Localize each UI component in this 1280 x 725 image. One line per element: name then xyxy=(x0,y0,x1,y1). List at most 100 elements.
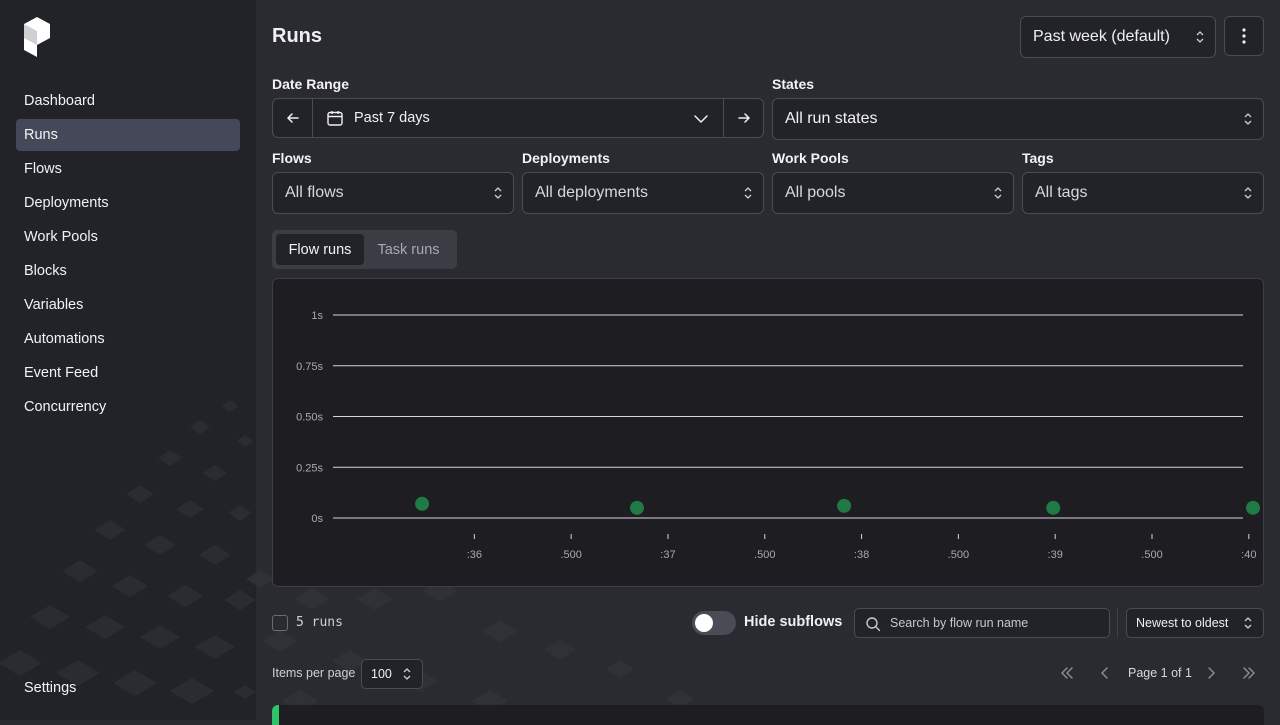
flows-value: All flows xyxy=(285,184,344,201)
deployments-value: All deployments xyxy=(535,184,648,201)
runs-table xyxy=(272,705,1264,725)
sidebar-item-label: Dashboard xyxy=(24,93,95,109)
sidebar-item-label: Automations xyxy=(24,331,105,347)
search-input[interactable] xyxy=(888,609,1103,637)
chevron-left-icon xyxy=(1101,667,1108,679)
sidebar-item-flows[interactable]: Flows xyxy=(16,153,240,185)
updown-chevron-icon xyxy=(1244,617,1252,629)
y-tick-label: 0.50s xyxy=(296,412,323,424)
y-tick-label: 0.25s xyxy=(296,462,323,474)
x-tick-label: .500 xyxy=(1141,549,1162,561)
time-range-value: Past week (default) xyxy=(1033,28,1170,45)
arrow-right-icon xyxy=(737,113,750,123)
updown-chevron-icon xyxy=(1196,31,1204,43)
tags-select[interactable]: All tags xyxy=(1022,172,1264,214)
y-tick-label: 0.75s xyxy=(296,361,323,373)
sidebar-item-settings[interactable]: Settings xyxy=(16,672,240,704)
time-range-select[interactable]: Past week (default) xyxy=(1020,16,1216,58)
items-per-page-value: 100 xyxy=(371,667,392,681)
data-point xyxy=(837,498,852,513)
date-range-label: Date Range xyxy=(272,76,350,92)
updown-chevron-icon xyxy=(1244,113,1252,125)
sort-select[interactable]: Newest to oldest xyxy=(1126,608,1264,638)
flow-run-search xyxy=(854,608,1110,638)
run-type-tabs: Flow runs Task runs xyxy=(272,230,457,269)
sidebar-item-variables[interactable]: Variables xyxy=(16,289,240,321)
sidebar-item-label: Flows xyxy=(24,161,62,177)
x-tick-label: :40 xyxy=(1241,549,1256,561)
x-tick-label: :37 xyxy=(660,549,675,561)
work-pools-select[interactable]: All pools xyxy=(772,172,1014,214)
run-state-bar xyxy=(272,705,279,725)
last-page-button[interactable] xyxy=(1241,664,1257,682)
sidebar-item-deployments[interactable]: Deployments xyxy=(16,187,240,219)
sidebar-item-blocks[interactable]: Blocks xyxy=(16,255,240,287)
sidebar-item-automations[interactable]: Automations xyxy=(16,323,240,355)
x-tick-label: :36 xyxy=(467,549,482,561)
arrow-left-icon xyxy=(286,113,299,123)
sidebar-item-dashboard[interactable]: Dashboard xyxy=(16,85,240,117)
deployments-label: Deployments xyxy=(522,150,610,166)
x-tick-label: .500 xyxy=(948,549,969,561)
first-page-button[interactable] xyxy=(1059,664,1075,682)
date-range-dropdown[interactable]: Past 7 days xyxy=(313,99,723,137)
page-title: Runs xyxy=(272,25,322,47)
deployments-select[interactable]: All deployments xyxy=(522,172,764,214)
runs-count: 5 runs xyxy=(296,615,343,630)
x-tick-label: :39 xyxy=(1048,549,1063,561)
prefect-logo[interactable] xyxy=(24,17,50,57)
page-info: Page 1 of 1 xyxy=(1128,666,1192,680)
kebab-menu-icon xyxy=(1242,28,1246,44)
updown-chevron-icon xyxy=(1244,187,1252,199)
divider xyxy=(1117,608,1118,638)
sidebar-item-work-pools[interactable]: Work Pools xyxy=(16,221,240,253)
tags-label: Tags xyxy=(1022,150,1054,166)
hide-subflows-toggle[interactable] xyxy=(692,611,736,635)
tab-task-runs[interactable]: Task runs xyxy=(364,234,453,265)
flows-select[interactable]: All flows xyxy=(272,172,514,214)
chevrons-left-icon xyxy=(1061,667,1073,679)
data-point xyxy=(1246,500,1260,515)
sidebar-item-runs[interactable]: Runs xyxy=(16,119,240,151)
items-per-page-select[interactable]: 100 xyxy=(361,659,423,689)
calendar-icon xyxy=(327,111,343,126)
states-label: States xyxy=(772,76,815,92)
data-point xyxy=(415,496,430,511)
select-all-checkbox[interactable] xyxy=(272,615,288,631)
updown-chevron-icon xyxy=(403,668,411,680)
tab-flow-runs[interactable]: Flow runs xyxy=(276,234,364,265)
sidebar-item-label: Event Feed xyxy=(24,365,99,381)
sidebar-item-label: Settings xyxy=(24,680,77,696)
sidebar-item-label: Runs xyxy=(24,127,58,143)
states-select[interactable]: All run states xyxy=(772,98,1264,140)
updown-chevron-icon xyxy=(494,187,502,199)
sidebar-item-label: Blocks xyxy=(24,263,67,279)
sidebar-item-label: Deployments xyxy=(24,195,109,211)
x-tick-label: :38 xyxy=(854,549,869,561)
sidebar-item-label: Concurrency xyxy=(24,399,107,415)
updown-chevron-icon xyxy=(994,187,1002,199)
work-pools-value: All pools xyxy=(785,184,846,201)
chevron-down-icon xyxy=(694,115,708,124)
background-pattern xyxy=(0,400,256,704)
previous-page-button[interactable] xyxy=(1097,664,1113,682)
sidebar-item-event-feed[interactable]: Event Feed xyxy=(16,357,240,389)
search-icon xyxy=(866,617,881,632)
scatter-plot: 1s 0.75s 0.50s 0.25s 0s :36 .500 :37 .500 :38 .500… xyxy=(296,310,1260,561)
sidebar-item-label: Work Pools xyxy=(24,229,98,245)
tags-value: All tags xyxy=(1035,184,1088,201)
sidebar-item-label: Variables xyxy=(24,297,84,313)
y-tick-label: 1s xyxy=(311,310,323,322)
sidebar-item-concurrency[interactable]: Concurrency xyxy=(16,391,240,423)
next-range-button[interactable] xyxy=(723,99,763,137)
main-nav: Dashboard Runs Flows Deployments Work Po… xyxy=(16,85,240,425)
updown-chevron-icon xyxy=(744,187,752,199)
y-tick-label: 0s xyxy=(311,513,323,525)
x-tick-label: .500 xyxy=(560,549,581,561)
date-range-picker: Past 7 days xyxy=(272,98,764,138)
items-per-page-label: Items per page xyxy=(272,666,356,680)
states-value: All run states xyxy=(785,110,878,127)
next-page-button[interactable] xyxy=(1203,664,1219,682)
previous-range-button[interactable] xyxy=(273,99,313,137)
more-options-button[interactable] xyxy=(1224,16,1264,56)
